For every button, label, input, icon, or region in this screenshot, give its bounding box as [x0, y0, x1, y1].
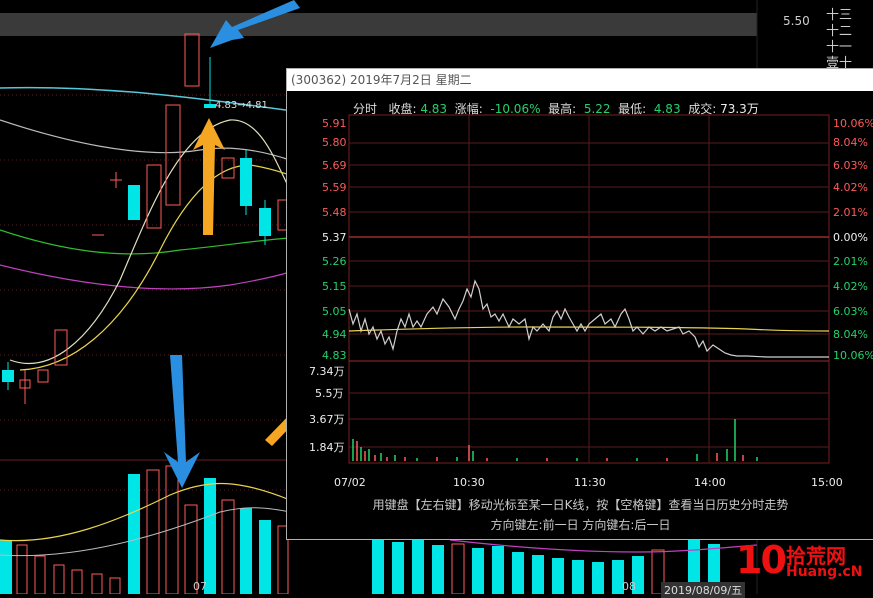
help-text-keys: 用键盘【左右键】移动光标至某一日K线，按【空格键】查看当日历史分时走势 — [372, 498, 789, 512]
price-left-1: 5.80 — [322, 136, 347, 149]
intraday-popup[interactable]: (300362) 2019年7月2日 星期二 分时 收盘: 4.83 涨幅: -… — [286, 68, 873, 540]
right-side-panel: 十三 十二 十一 壹十 — [822, 0, 873, 71]
price-left-4: 5.48 — [322, 206, 347, 219]
vol-axis-2: 3.67万 — [309, 413, 345, 426]
price-left-2: 5.69 — [322, 159, 347, 172]
vol-axis-0: 7.34万 — [309, 365, 345, 378]
pct-right-1: 8.04% — [833, 136, 868, 149]
price-left-6: 5.26 — [322, 255, 347, 268]
time-axis-4: 15:00 — [811, 476, 843, 489]
pct-right-0: 10.06% — [833, 117, 873, 130]
intraday-chart[interactable] — [287, 69, 873, 539]
site-logo: 10 拾荒网 Huang.cN — [728, 538, 873, 588]
pct-right-5: 0.00% — [833, 231, 868, 244]
price-left-8: 5.05 — [322, 305, 347, 318]
pct-right-3: 4.02% — [833, 181, 868, 194]
peak-price-label: 4.83→4.81 — [215, 100, 268, 111]
logo-url-text: Huang.cN — [786, 564, 863, 580]
pct-right-10: 10.06% — [833, 349, 873, 362]
price-left-3: 5.59 — [322, 181, 347, 194]
date-label-08: 08 — [622, 580, 636, 593]
vol-axis-3: 1.84万 — [309, 441, 345, 454]
time-axis-0: 07/02 — [334, 476, 366, 489]
price-left-5: 5.37 — [322, 231, 347, 244]
pct-right-8: 6.03% — [833, 305, 868, 318]
logo-number: 10 — [736, 538, 787, 582]
vol-axis-1: 5.5万 — [315, 387, 344, 400]
pct-right-9: 8.04% — [833, 328, 868, 341]
pct-right-7: 4.02% — [833, 280, 868, 293]
time-axis-2: 11:30 — [574, 476, 606, 489]
help-text-navigation: 方向键左:前一日 方向键右:后一日 — [490, 518, 671, 532]
top-price-label: 5.50 — [783, 14, 810, 28]
price-left-0: 5.91 — [322, 117, 347, 130]
pct-right-4: 2.01% — [833, 206, 868, 219]
time-axis-1: 10:30 — [453, 476, 485, 489]
pct-right-2: 6.03% — [833, 159, 868, 172]
pct-right-6: 2.01% — [833, 255, 868, 268]
price-left-9: 4.94 — [322, 328, 347, 341]
date-label-07: 07 — [193, 580, 207, 593]
kline-window: 5.50 4.83→4.81 07 08 2019/08/09/五 十三 十二 … — [0, 0, 873, 598]
time-axis-3: 14:00 — [694, 476, 726, 489]
price-left-10: 4.83 — [322, 349, 347, 362]
price-left-7: 5.15 — [322, 280, 347, 293]
